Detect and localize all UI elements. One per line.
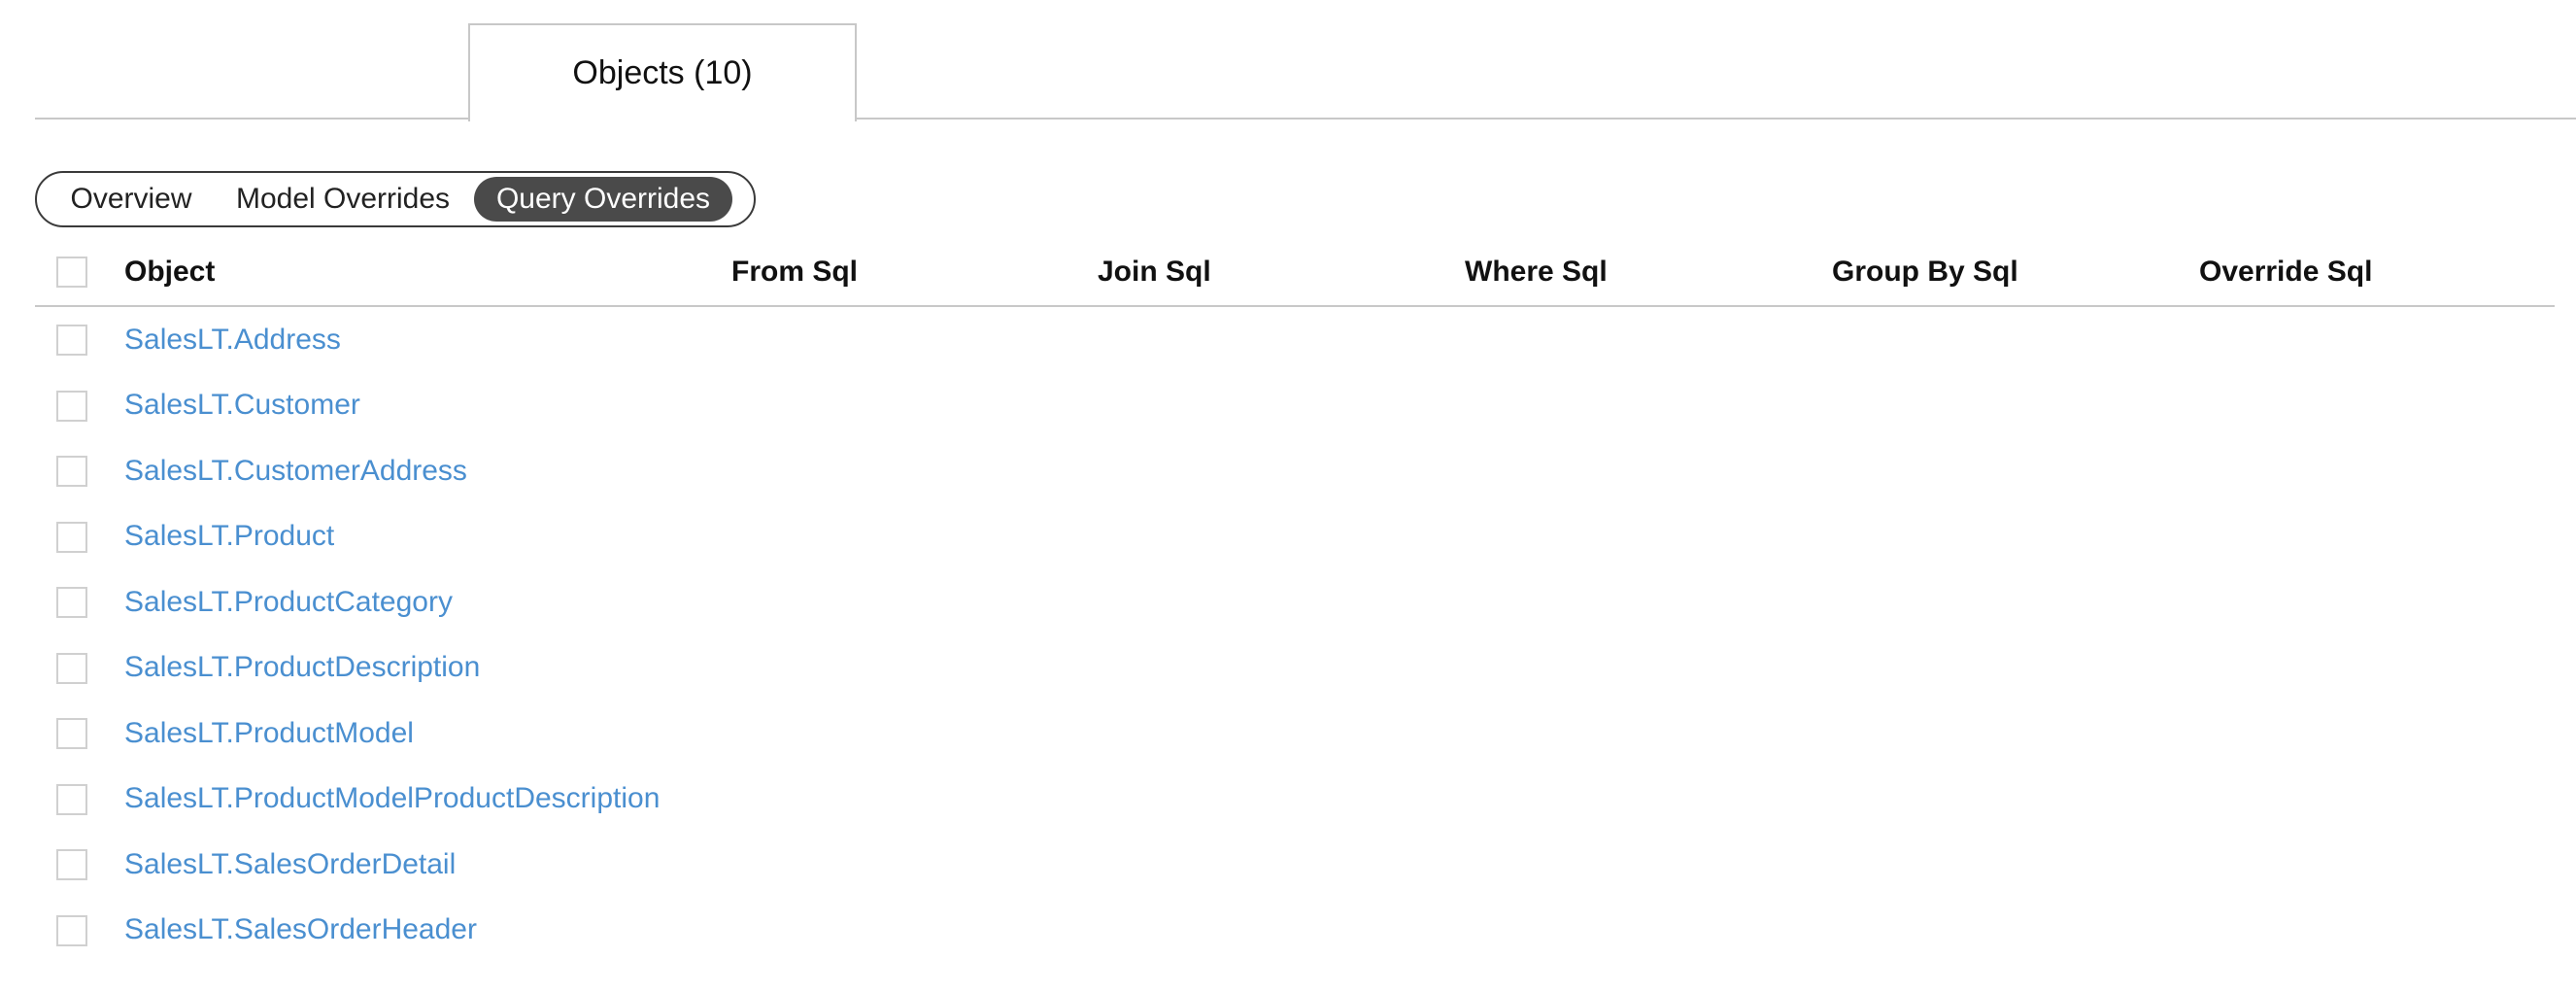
- row-checkbox[interactable]: [56, 652, 87, 684]
- table-row: SalesLT.ProductModel: [35, 701, 2555, 767]
- object-link[interactable]: SalesLT.CustomerAddress: [124, 438, 467, 504]
- column-header-where-sql[interactable]: Where Sql: [1465, 239, 1608, 305]
- row-checkbox[interactable]: [56, 456, 87, 487]
- segment-model-overrides[interactable]: Model Overrides: [221, 177, 464, 222]
- tab-bar: Objects (10): [35, 0, 2576, 121]
- table-row: SalesLT.ProductModelProductDescription: [35, 767, 2555, 833]
- table-header: Object From Sql Join Sql Where Sql Group…: [35, 239, 2555, 307]
- table-row: SalesLT.Address: [35, 307, 2555, 373]
- object-link[interactable]: SalesLT.ProductModelProductDescription: [124, 767, 660, 833]
- table-row: SalesLT.Product: [35, 504, 2555, 570]
- column-header-group-by-sql[interactable]: Group By Sql: [1832, 239, 2018, 305]
- row-checkbox[interactable]: [56, 718, 87, 749]
- row-checkbox[interactable]: [56, 390, 87, 422]
- object-link[interactable]: SalesLT.Address: [124, 307, 341, 373]
- table-row: SalesLT.SalesOrderHeader: [35, 898, 2555, 964]
- segment-query-overrides[interactable]: Query Overrides: [474, 177, 732, 222]
- row-checkbox[interactable]: [56, 849, 87, 880]
- column-header-from-sql[interactable]: From Sql: [731, 239, 858, 305]
- select-all-checkbox[interactable]: [56, 257, 87, 288]
- table-row: SalesLT.Customer: [35, 373, 2555, 439]
- object-link[interactable]: SalesLT.SalesOrderHeader: [124, 898, 477, 964]
- row-checkbox[interactable]: [56, 783, 87, 815]
- object-link[interactable]: SalesLT.ProductDescription: [124, 635, 480, 702]
- object-link[interactable]: SalesLT.ProductCategory: [124, 569, 453, 635]
- table-row: SalesLT.ProductDescription: [35, 635, 2555, 702]
- column-header-object[interactable]: Object: [124, 239, 215, 305]
- object-link[interactable]: SalesLT.SalesOrderDetail: [124, 832, 456, 898]
- table-row: SalesLT.SalesOrderDetail: [35, 832, 2555, 898]
- table-row: SalesLT.CustomerAddress: [35, 438, 2555, 504]
- table-body: SalesLT.Address SalesLT.Customer SalesLT…: [35, 307, 2555, 963]
- object-link[interactable]: SalesLT.Product: [124, 504, 334, 570]
- column-header-override-sql[interactable]: Override Sql: [2199, 239, 2372, 305]
- row-checkbox[interactable]: [56, 521, 87, 553]
- objects-table: Object From Sql Join Sql Where Sql Group…: [35, 239, 2555, 963]
- row-checkbox[interactable]: [56, 325, 87, 356]
- table-row: SalesLT.ProductCategory: [35, 569, 2555, 635]
- tab-objects[interactable]: Objects (10): [468, 23, 857, 121]
- object-link[interactable]: SalesLT.Customer: [124, 373, 360, 439]
- view-switch: Overview Model Overrides Query Overrides: [35, 171, 756, 227]
- row-checkbox[interactable]: [56, 914, 87, 946]
- object-link[interactable]: SalesLT.ProductModel: [124, 701, 414, 767]
- segment-overview[interactable]: Overview: [41, 177, 221, 222]
- column-header-join-sql[interactable]: Join Sql: [1098, 239, 1211, 305]
- row-checkbox[interactable]: [56, 587, 87, 618]
